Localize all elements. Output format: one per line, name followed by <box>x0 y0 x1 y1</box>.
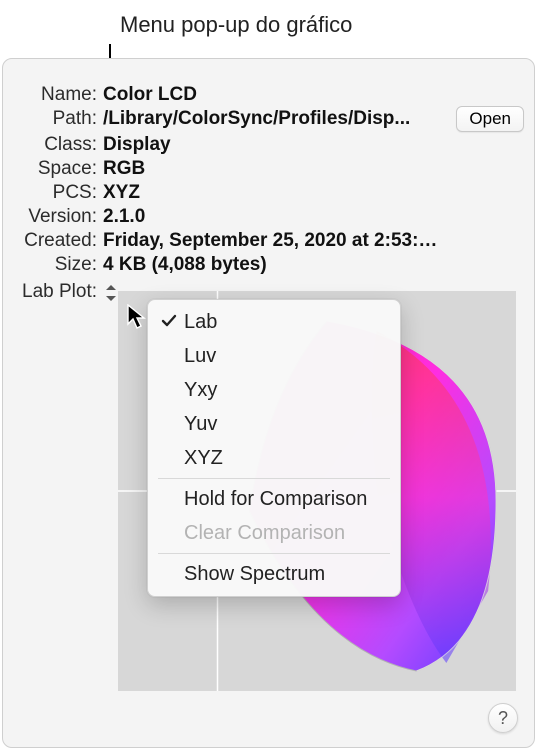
row-size: Size: 4 KB (4,088 bytes) <box>13 253 524 277</box>
menu-item-label: Show Spectrum <box>184 563 325 586</box>
label-size: Size: <box>13 253 103 277</box>
label-name: Name: <box>13 83 103 107</box>
label-pcs: PCS: <box>13 181 103 205</box>
menu-item-label: Luv <box>184 345 216 368</box>
value-created: Friday, September 25, 2020 at 2:53:37 P.… <box>103 229 443 253</box>
menu-item-label: Lab <box>184 311 217 334</box>
menu-item-label: Hold for Comparison <box>184 488 367 511</box>
plot-popup-menu: Lab Luv Yxy Yuv XYZ Hold for Comparison … <box>147 299 401 597</box>
value-pcs: XYZ <box>103 181 140 205</box>
row-space: Space: RGB <box>13 157 524 181</box>
menu-item-luv[interactable]: Luv <box>148 339 400 373</box>
annotation-label: Menu pop-up do gráfico <box>120 12 352 38</box>
menu-item-show-spectrum[interactable]: Show Spectrum <box>148 557 400 591</box>
label-version: Version: <box>13 205 103 229</box>
value-class: Display <box>103 133 171 157</box>
row-class: Class: Display <box>13 133 524 157</box>
checkmark-icon <box>160 312 178 330</box>
label-space: Space: <box>13 157 103 181</box>
menu-item-label: Yuv <box>184 413 217 436</box>
open-button[interactable]: Open <box>456 106 524 132</box>
label-path: Path: <box>13 107 103 131</box>
menu-item-yxy[interactable]: Yxy <box>148 373 400 407</box>
row-pcs: PCS: XYZ <box>13 181 524 205</box>
row-name: Name: Color LCD <box>13 83 524 107</box>
value-path: /Library/ColorSync/Profiles/Disp... <box>103 107 410 131</box>
menu-item-lab[interactable]: Lab <box>148 305 400 339</box>
label-lab-plot: Lab Plot: <box>13 281 103 303</box>
value-version: 2.1.0 <box>103 205 145 229</box>
menu-separator <box>158 553 390 554</box>
menu-item-label: Clear Comparison <box>184 522 345 545</box>
help-button[interactable]: ? <box>488 703 518 733</box>
row-path: Path: /Library/ColorSync/Profiles/Disp..… <box>13 107 524 133</box>
row-version: Version: 2.1.0 <box>13 205 524 229</box>
label-class: Class: <box>13 133 103 157</box>
row-created: Created: Friday, September 25, 2020 at 2… <box>13 229 524 253</box>
menu-item-label: XYZ <box>184 447 223 470</box>
menu-separator <box>158 478 390 479</box>
value-name: Color LCD <box>103 83 197 107</box>
value-size: 4 KB (4,088 bytes) <box>103 253 267 277</box>
menu-item-clear-comparison: Clear Comparison <box>148 516 400 550</box>
question-mark-icon: ? <box>498 708 508 729</box>
menu-item-yuv[interactable]: Yuv <box>148 407 400 441</box>
profile-info-table: Name: Color LCD Path: /Library/ColorSync… <box>13 83 524 303</box>
value-space: RGB <box>103 157 145 181</box>
menu-item-xyz[interactable]: XYZ <box>148 441 400 475</box>
profile-info-panel: Name: Color LCD Path: /Library/ColorSync… <box>2 58 535 748</box>
menu-item-hold-comparison[interactable]: Hold for Comparison <box>148 482 400 516</box>
menu-item-label: Yxy <box>184 379 217 402</box>
label-created: Created: <box>13 229 103 253</box>
